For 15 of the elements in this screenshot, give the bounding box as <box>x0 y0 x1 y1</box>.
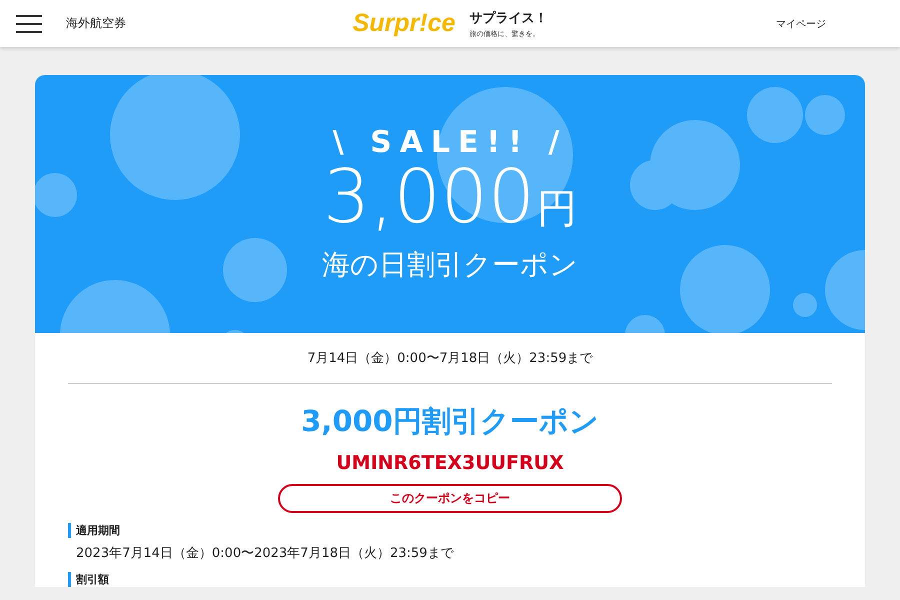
section-heading: 割引額 <box>68 572 832 587</box>
copy-button[interactable]: このクーポンをコピー <box>278 484 622 513</box>
nav-link[interactable]: 海外航空券 <box>66 15 126 32</box>
period-text: 7月14日（金）0:00〜7月18日（火）23:59まで <box>68 333 832 384</box>
section-text: 2023年7月14日（金）0:00〜2023年7月18日（火）23:59まで <box>76 545 455 562</box>
menu-icon[interactable] <box>16 14 42 32</box>
section-heading: 適用期間 <box>68 523 832 538</box>
currency-unit: 円 <box>536 184 577 234</box>
discount-amount: 3,000 <box>323 160 535 234</box>
banner-title: 海の日割引クーポン <box>322 246 578 282</box>
brand-name: サプライス！ <box>469 10 548 26</box>
coupon-code: UMINR6TEX3UUFRUX <box>336 452 564 474</box>
sale-text: \ SALE!! / <box>332 124 568 160</box>
mypage-link[interactable]: マイページ <box>776 16 826 30</box>
coupon-title: 3,000円割引クーポン <box>300 403 600 440</box>
